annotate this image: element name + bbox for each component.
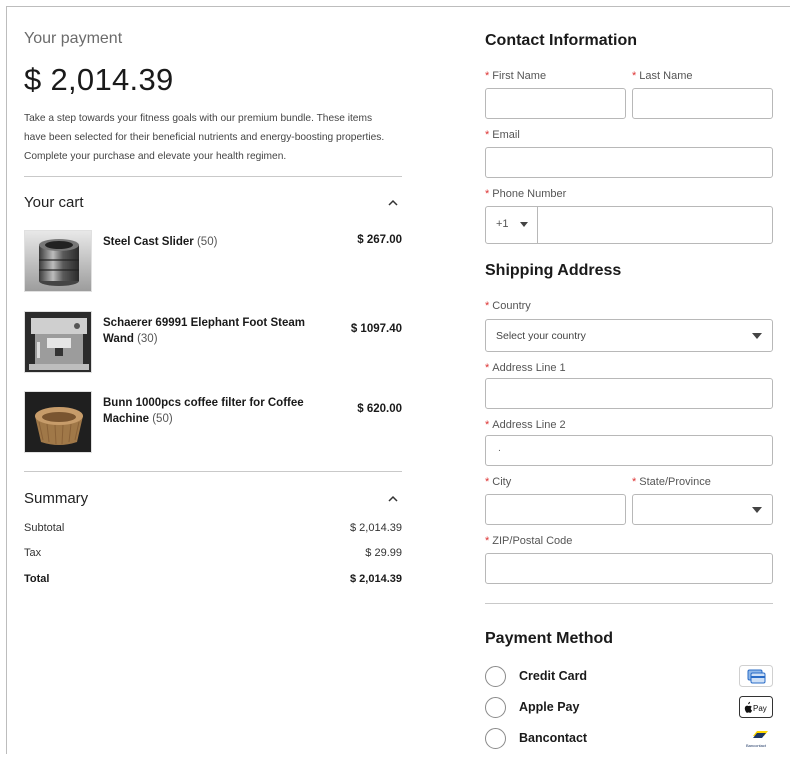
payment-option-label: Apple Pay [519, 700, 580, 714]
cart-item-price: $ 1097.40 [350, 323, 402, 335]
summary-label: Total [24, 573, 50, 585]
summary-title: Summary [24, 489, 89, 507]
summary-label: Subtotal [24, 522, 65, 534]
cart-header[interactable]: Your cart [24, 193, 402, 211]
payment-option-apple-pay[interactable]: Apple Pay Pay [485, 696, 773, 720]
cart-item: Schaerer 69991 Elephant Foot Steam Wand … [24, 311, 402, 373]
last-name-label: * Last Name [632, 70, 693, 82]
bancontact-icon-text: Bancontact [746, 743, 767, 748]
country-label: * Country [485, 300, 531, 312]
summary-value: $ 29.99 [365, 547, 402, 559]
item-title: Schaerer 69991 Elephant Foot Steam Wand [103, 317, 305, 345]
item-quantity: (50) [196, 236, 218, 248]
summary-value: $ 2,014.39 [350, 522, 402, 534]
payment-option-bancontact[interactable]: Bancontact Bancontact [485, 727, 773, 751]
divider [24, 471, 402, 472]
email-label: * Email [485, 129, 520, 141]
coffee-filter-image [24, 391, 92, 453]
label-text: ZIP/Postal Code [492, 535, 573, 547]
caret-down-icon [752, 507, 762, 513]
address2-value: . [498, 442, 501, 454]
address1-field[interactable] [485, 378, 773, 409]
cart-item-name: Bunn 1000pcs coffee filter for Coffee Ma… [103, 395, 323, 427]
zip-label: * ZIP/Postal Code [485, 535, 573, 547]
last-name-field[interactable] [632, 88, 773, 119]
radio-button[interactable] [485, 728, 506, 749]
country-select[interactable]: Select your country [485, 319, 773, 352]
label-text: Last Name [639, 70, 693, 82]
label-text: First Name [492, 70, 547, 82]
cart-title: Your cart [24, 193, 84, 211]
payment-label: Your payment [24, 30, 123, 47]
cart-item: Bunn 1000pcs coffee filter for Coffee Ma… [24, 391, 402, 453]
first-name-label: * First Name [485, 70, 547, 82]
summary-row-total: Total $ 2,014.39 [24, 573, 402, 585]
cart-item: Steel Cast Slider (50) $ 267.00 [24, 230, 402, 292]
summary-row-tax: Tax $ 29.99 [24, 547, 402, 559]
country-code-select[interactable]: +1 [486, 207, 538, 243]
payment-method-title: Payment Method [485, 630, 614, 647]
cart-item-name: Schaerer 69991 Elephant Foot Steam Wand … [103, 315, 323, 347]
address1-label: * Address Line 1 [485, 362, 566, 374]
payment-summary-header: Your payment $ 2,014.39 Take a step towa… [24, 30, 402, 166]
radio-button[interactable] [485, 697, 506, 718]
email-field[interactable] [485, 147, 773, 178]
label-text: Country [492, 300, 531, 312]
credit-card-icon [739, 665, 773, 687]
shipping-section-title: Shipping Address [485, 262, 622, 279]
payment-option-label: Credit Card [519, 669, 588, 683]
apple-pay-icon: Pay [739, 696, 773, 718]
cart-item-price: $ 620.00 [357, 403, 402, 415]
summary-value: $ 2,014.39 [350, 573, 402, 585]
summary-row-subtotal: Subtotal $ 2,014.39 [24, 522, 402, 534]
item-quantity: (30) [137, 333, 158, 345]
summary-header[interactable]: Summary [24, 489, 402, 507]
first-name-field[interactable] [485, 88, 626, 119]
divider [24, 176, 402, 177]
phone-field[interactable]: +1 [485, 206, 773, 244]
label-text: Address Line 1 [492, 362, 566, 374]
label-text: Phone Number [492, 188, 567, 200]
caret-down-icon [520, 222, 528, 227]
apple-pay-icon-text: Pay [753, 704, 767, 713]
item-title: Steel Cast Slider [103, 236, 194, 248]
country-code-value: +1 [496, 218, 509, 230]
chevron-up-icon[interactable] [384, 193, 402, 211]
payment-description: Take a step towards your fitness goals w… [24, 113, 385, 162]
espresso-machine-image [24, 311, 92, 373]
state-label: * State/Province [632, 476, 711, 488]
label-text: Email [492, 129, 520, 141]
cart-item-price: $ 267.00 [357, 234, 402, 246]
divider [485, 603, 773, 604]
chevron-up-icon[interactable] [384, 489, 402, 507]
label-text: State/Province [639, 476, 711, 488]
item-title: Bunn 1000pcs coffee filter for Coffee Ma… [103, 397, 304, 425]
payment-option-credit-card[interactable]: Credit Card [485, 665, 773, 689]
cart-item-name: Steel Cast Slider (50) [103, 234, 323, 250]
label-text: City [492, 476, 512, 488]
item-quantity: (50) [152, 413, 173, 425]
phone-label: * Phone Number [485, 188, 567, 200]
city-field[interactable] [485, 494, 626, 525]
zip-field[interactable] [485, 553, 773, 584]
country-select-value: Select your country [496, 330, 586, 342]
steel-cast-slider-image [24, 230, 92, 292]
address2-field[interactable]: . [485, 435, 773, 466]
label-text: Address Line 2 [492, 419, 566, 431]
payment-option-label: Bancontact [519, 731, 588, 745]
state-select[interactable] [632, 494, 773, 525]
address2-label: * Address Line 2 [485, 419, 566, 431]
radio-button[interactable] [485, 666, 506, 687]
bancontact-icon: Bancontact [739, 727, 773, 749]
summary-label: Tax [24, 547, 42, 559]
payment-amount: $ 2,014.39 [24, 62, 174, 97]
contact-section-title: Contact Information [485, 32, 637, 49]
city-label: * City [485, 476, 512, 488]
caret-down-icon [752, 333, 762, 339]
